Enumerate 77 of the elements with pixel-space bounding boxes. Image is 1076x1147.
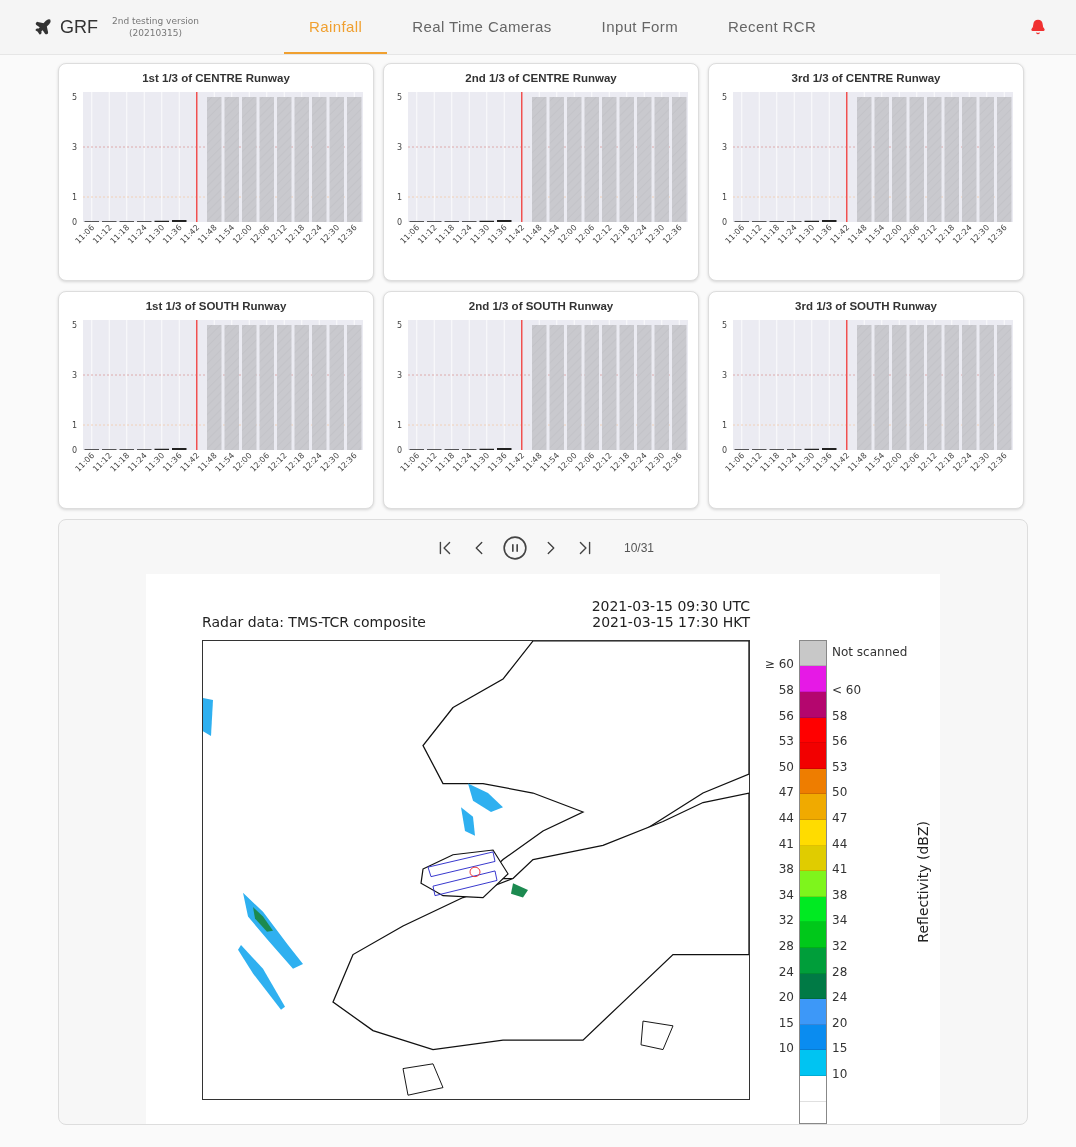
y-tick: 0 (396, 218, 402, 227)
y-tick: 1 (396, 193, 402, 202)
nav-tab[interactable]: Input Form (576, 0, 704, 54)
legend-label: 38 (777, 861, 794, 879)
y-tick: 5 (721, 321, 727, 330)
legend-label: 15 (832, 1040, 849, 1058)
legend-label: 20 (777, 989, 794, 1007)
legend-label: 53 (832, 758, 849, 776)
legend-label: 28 (777, 938, 794, 955)
y-tick: 3 (71, 143, 77, 152)
legend-label: 10 (777, 1040, 794, 1058)
version-text: (20210315) (129, 27, 182, 39)
legend-label: 32 (832, 938, 849, 955)
nav-tab[interactable]: Real Time Cameras (387, 0, 577, 54)
legend-label: 56 (777, 707, 794, 725)
y-tick: 0 (396, 446, 402, 455)
pause-icon (502, 534, 528, 561)
chart-title: 3rd 1/3 of CENTRE Runway (791, 72, 941, 84)
legend-label: 47 (777, 784, 794, 802)
chart-title: 2nd 1/3 of SOUTH Runway (468, 300, 614, 312)
y-tick: 1 (71, 421, 77, 430)
legend-label: 28 (832, 963, 849, 981)
y-tick: 1 (721, 421, 727, 430)
legend-label: 20 (832, 1014, 849, 1032)
legend-label: 34 (832, 912, 849, 930)
y-tick: 5 (396, 321, 402, 330)
y-tick: 3 (71, 371, 77, 380)
y-tick: 0 (721, 218, 727, 227)
legend-label: < 60 (832, 682, 863, 700)
y-tick: 1 (721, 193, 727, 202)
legend-label: 15 (777, 1014, 794, 1032)
legend-label: 58 (777, 682, 794, 700)
legend-label: 41 (777, 835, 794, 853)
legend-label: 58 (832, 707, 849, 725)
y-tick: 0 (71, 446, 77, 455)
version-text: 2nd testing version (112, 15, 200, 27)
legend-label: 44 (832, 835, 849, 853)
legend-label: 53 (777, 733, 794, 751)
legend-label: 24 (777, 963, 794, 981)
legend-label: 34 (777, 886, 794, 904)
y-tick: 5 (721, 93, 727, 102)
legend-label: 24 (832, 989, 849, 1007)
legend-label: Not scanned (832, 643, 908, 661)
y-tick: 5 (71, 93, 77, 102)
y-tick: 5 (71, 321, 77, 330)
axis-label: Reflectivity (dBZ) (915, 821, 932, 943)
legend-label: 50 (777, 758, 794, 776)
legend-label: 32 (777, 912, 794, 930)
legend-label: 56 (832, 733, 849, 751)
frame-counter: 10/31 (624, 540, 654, 555)
chart-title: 1st 1/3 of SOUTH Runway (145, 300, 287, 312)
plane-icon (34, 18, 52, 36)
legend-label: 38 (832, 886, 849, 904)
y-tick: 1 (396, 421, 402, 430)
timestamp: 2021-03-15 09:30 UTC (591, 597, 750, 614)
legend-label: 10 (832, 1065, 849, 1083)
legend-label: 41 (832, 861, 849, 879)
timestamp: 2021-03-15 17:30 HKT (592, 613, 750, 630)
y-tick: 3 (396, 143, 402, 152)
chart-title: 1st 1/3 of CENTRE Runway (142, 72, 290, 84)
y-tick: 0 (721, 446, 727, 455)
legend-label: ≥ 60 (764, 656, 794, 674)
notification-icon[interactable] (1030, 19, 1046, 35)
y-tick: 0 (71, 218, 77, 227)
y-tick: 3 (396, 371, 402, 380)
y-tick: 5 (396, 93, 402, 102)
nav-tab[interactable]: Recent RCR (703, 0, 842, 54)
radar-title: Radar data: TMS-TCR composite (202, 613, 426, 630)
chart-title: 3rd 1/3 of SOUTH Runway (795, 300, 937, 312)
legend-label: 47 (832, 810, 849, 828)
legend-label: 50 (832, 784, 849, 802)
y-tick: 1 (71, 193, 77, 202)
y-tick: 3 (721, 371, 727, 380)
app-title: GRF (60, 16, 98, 38)
y-tick: 3 (721, 143, 727, 152)
legend-label: 44 (777, 810, 794, 828)
chart-title: 2nd 1/3 of CENTRE Runway (465, 72, 617, 84)
